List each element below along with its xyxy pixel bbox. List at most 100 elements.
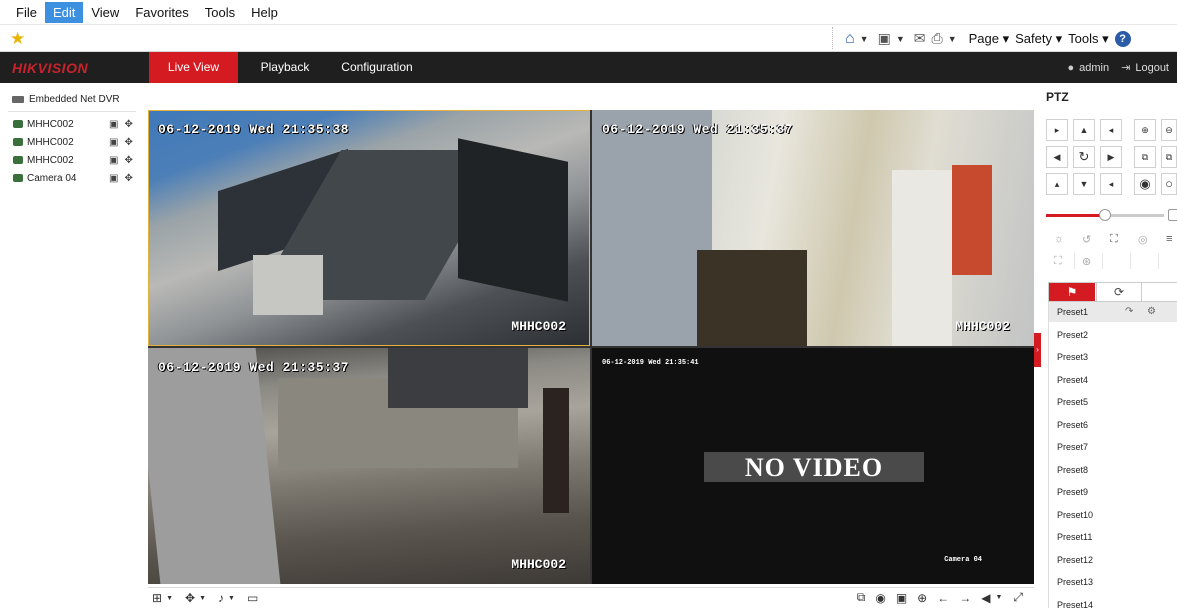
stream-dropdown-icon[interactable]: ▼ xyxy=(199,595,206,602)
camera-row[interactable]: MHHC002 ▣ ✥ xyxy=(13,115,133,133)
light-icon[interactable]: ☼ xyxy=(1054,233,1064,245)
auto-focus-icon[interactable]: ⛶ xyxy=(1110,233,1118,246)
ptz-icon[interactable]: ✥ xyxy=(124,155,132,166)
next-page-icon[interactable]: → xyxy=(959,591,971,605)
volume-dropdown-icon[interactable]: ▼ xyxy=(995,594,1002,601)
home-dropdown-icon[interactable]: ▼ xyxy=(860,34,869,44)
iris-close-icon[interactable]: ○ xyxy=(1161,173,1177,195)
ptz-left-button[interactable]: ◀ xyxy=(1046,146,1068,168)
video-window[interactable]: 06-12-2019 Wed 21:35:41 NO VIDEO Camera … xyxy=(592,348,1034,584)
ptz-down-button[interactable]: ▼ xyxy=(1073,173,1095,195)
layout-dropdown-icon[interactable]: ▼ xyxy=(166,595,173,602)
device-root[interactable]: Embedded Net DVR xyxy=(12,94,120,105)
ptz-icon[interactable]: ✥ xyxy=(124,119,132,130)
camera-row[interactable]: MHHC002 ▣ ✥ xyxy=(13,133,133,151)
ptz-right-button[interactable]: ▶ xyxy=(1100,146,1122,168)
favorites-star-icon[interactable]: ★ xyxy=(10,29,25,49)
preset-item[interactable]: Preset10 xyxy=(1049,505,1177,525)
record-icon[interactable]: ▣ xyxy=(109,119,118,130)
video-window[interactable]: 06-12-2019 Wed 21:35:37 MHHC002 xyxy=(148,348,590,584)
ptz-auto-button[interactable]: ↻ xyxy=(1073,146,1095,168)
menu-view[interactable]: View xyxy=(83,2,127,23)
record-all-icon[interactable]: ▣ xyxy=(896,591,907,605)
ptz-down-right-button[interactable]: ◂ xyxy=(1100,173,1122,195)
capture-icon[interactable]: ◉ xyxy=(875,591,885,605)
logout-link[interactable]: Logout xyxy=(1135,62,1169,74)
print-dropdown-icon[interactable]: ▼ xyxy=(948,34,957,44)
menu-favorites[interactable]: Favorites xyxy=(127,2,196,23)
record-icon[interactable]: ▣ xyxy=(109,137,118,148)
tab-patrol-icon[interactable]: ⟳ xyxy=(1096,283,1142,301)
menu-edit[interactable]: Edit xyxy=(44,1,84,23)
mail-icon[interactable]: ✉ xyxy=(914,30,926,47)
feeds-dropdown-icon[interactable]: ▼ xyxy=(896,34,905,44)
safety-menu-label: Safety xyxy=(1015,30,1052,46)
volume-icon[interactable]: ◀ xyxy=(981,591,990,605)
video-window[interactable]: 06-12-2019 Wed 21:35:38 MHHC002 xyxy=(148,110,590,346)
record-icon[interactable]: ▣ xyxy=(109,173,118,184)
microphone-icon[interactable]: ♪ xyxy=(218,591,224,605)
ptz-icon[interactable]: ✥ xyxy=(124,173,132,184)
tab-preset-flag-icon[interactable]: ⚑ xyxy=(1049,283,1095,301)
tab-configuration[interactable]: Configuration xyxy=(334,52,420,83)
preset-item[interactable]: Preset3 xyxy=(1049,347,1177,367)
channel-tree: Embedded Net DVR MHHC002 ▣ ✥ MHHC002 ▣ ✥… xyxy=(0,83,140,608)
help-icon[interactable]: ? xyxy=(1114,30,1131,47)
logout-icon[interactable]: ⇥ xyxy=(1121,61,1130,74)
menu-file[interactable]: File xyxy=(8,2,45,23)
lens-init-icon[interactable]: ◎ xyxy=(1138,233,1148,246)
preset-item[interactable]: Preset14 xyxy=(1049,595,1177,615)
ptz-down-left-button[interactable]: ▴ xyxy=(1046,173,1068,195)
fullscreen-icon[interactable]: ⤢ xyxy=(1013,590,1023,605)
record-icon[interactable]: ▣ xyxy=(109,155,118,166)
home-icon[interactable]: ⌂ xyxy=(845,30,855,48)
ptz-up-button[interactable]: ▲ xyxy=(1073,119,1095,141)
tools-menu[interactable]: Tools ▾ xyxy=(1068,31,1109,47)
preset-item[interactable]: Preset2 xyxy=(1049,325,1177,345)
print-icon[interactable]: ⎙ xyxy=(931,30,942,47)
preset-item[interactable]: Preset6 xyxy=(1049,415,1177,435)
safety-menu[interactable]: Safety ▾ xyxy=(1015,31,1062,47)
3d-position-icon[interactable]: ⛶ xyxy=(1054,255,1062,268)
focus-far-icon[interactable]: ⧉ xyxy=(1161,146,1177,168)
window-layout-icon[interactable]: ⊞ xyxy=(152,591,162,605)
preset-item[interactable]: Preset1 ↷ ⚙ xyxy=(1049,302,1177,322)
stop-all-icon[interactable]: ⧉ xyxy=(857,590,866,605)
ptz-speed-slider[interactable] xyxy=(1099,209,1111,221)
zoom-in-icon[interactable]: ⊕ xyxy=(1134,119,1156,141)
preset-item[interactable]: Preset5 xyxy=(1049,392,1177,412)
feeds-icon[interactable]: ▣ xyxy=(878,30,891,47)
video-window[interactable]: 06-12-2019 Wed 21:35:37 MHHC002 xyxy=(592,110,1034,346)
menu-icon[interactable]: ≡ xyxy=(1166,233,1172,245)
preset-item[interactable]: Preset12 xyxy=(1049,550,1177,570)
preset-item[interactable]: Preset4 xyxy=(1049,370,1177,390)
manual-track-icon[interactable]: ⊛ xyxy=(1082,255,1091,268)
set-preset-icon[interactable]: ⚙ xyxy=(1147,302,1156,322)
preset-item[interactable]: Preset7 xyxy=(1049,437,1177,457)
page-menu[interactable]: Page ▾ xyxy=(969,31,1010,47)
preset-item[interactable]: Preset13 xyxy=(1049,572,1177,592)
preset-item[interactable]: Preset8 xyxy=(1049,460,1177,480)
zoom-out-icon[interactable]: ⊖ xyxy=(1161,119,1177,141)
preset-item[interactable]: Preset11 xyxy=(1049,527,1177,547)
ptz-up-right-button[interactable]: ◂ xyxy=(1100,119,1122,141)
wiper-icon[interactable]: ↺ xyxy=(1082,233,1091,246)
screen-icon[interactable]: ▭ xyxy=(247,591,258,605)
ptz-icon[interactable]: ✥ xyxy=(124,137,132,148)
previous-page-icon[interactable]: ← xyxy=(937,591,949,605)
preset-item[interactable]: Preset9 xyxy=(1049,482,1177,502)
panel-collapse-handle[interactable]: › xyxy=(1034,333,1041,367)
stream-type-icon[interactable]: ✥ xyxy=(185,591,195,605)
ptz-up-left-button[interactable]: ▸ xyxy=(1046,119,1068,141)
microphone-dropdown-icon[interactable]: ▼ xyxy=(228,595,235,602)
iris-open-icon[interactable]: ◉ xyxy=(1134,173,1156,195)
tab-live-view[interactable]: Live View xyxy=(149,52,238,83)
call-preset-icon[interactable]: ↷ xyxy=(1125,302,1133,322)
camera-row[interactable]: Camera 04 ▣ ✥ xyxy=(13,169,133,187)
focus-near-icon[interactable]: ⧉ xyxy=(1134,146,1156,168)
tab-playback[interactable]: Playback xyxy=(248,52,322,83)
menu-tools[interactable]: Tools xyxy=(197,2,243,23)
menu-help[interactable]: Help xyxy=(243,2,286,23)
zoom-icon[interactable]: ⊕ xyxy=(917,591,927,605)
camera-row[interactable]: MHHC002 ▣ ✥ xyxy=(13,151,133,169)
